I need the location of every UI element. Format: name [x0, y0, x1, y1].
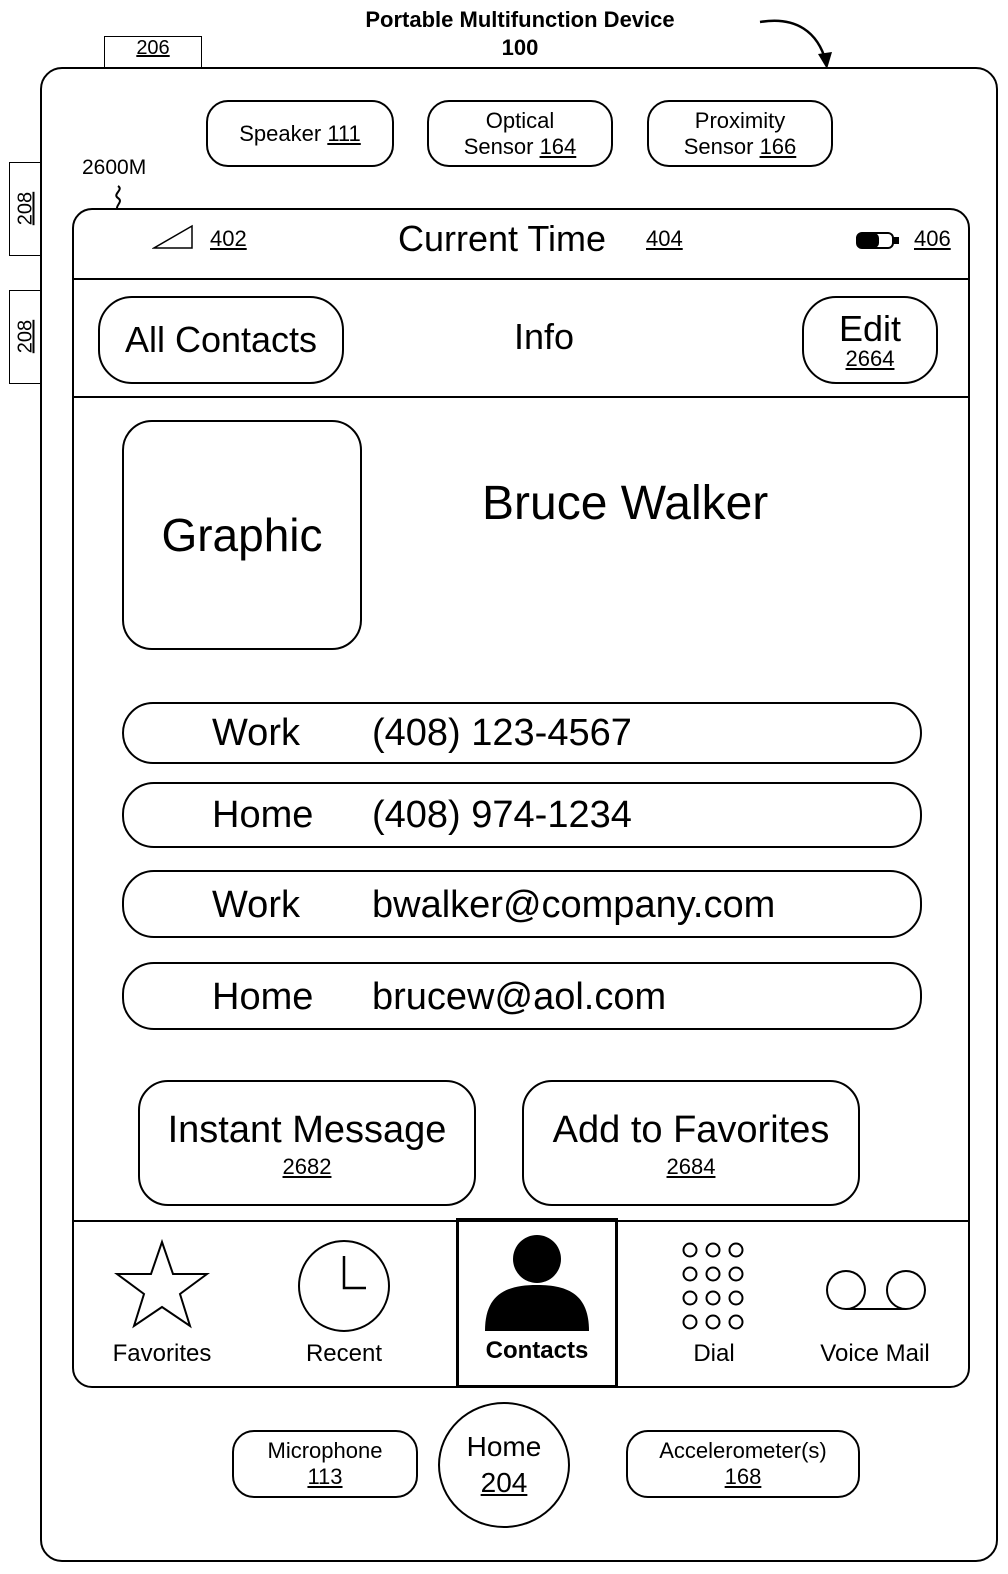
instant-message-button[interactable]: Instant Message 2682 — [138, 1080, 476, 1206]
device-title: Portable Multifunction Device 100 — [300, 6, 740, 62]
contact-field-home-phone[interactable]: Home (408) 974-1234 — [122, 782, 922, 848]
accelerometer-component: Accelerometer(s) 168 — [626, 1430, 860, 1498]
home-ref: 204 — [480, 1467, 528, 1498]
proximity-sensor-ref: 166 — [759, 133, 797, 159]
microphone-ref: 113 — [307, 1464, 343, 1489]
field-value: brucew@aol.com — [372, 976, 667, 1018]
page-title: Info — [513, 316, 575, 357]
microphone-component: Microphone 113 — [232, 1430, 418, 1498]
add-to-favorites-label: Add to Favorites — [552, 1109, 830, 1151]
nav-bar: All Contacts Info Edit 2664 — [74, 280, 968, 398]
optical-sensor-ref: 164 — [539, 133, 577, 159]
tab-label: Contacts — [485, 1337, 589, 1364]
contact-field-work-email[interactable]: Work bwalker@company.com — [122, 870, 922, 938]
tab-label: Recent — [305, 1340, 383, 1367]
field-label: Home — [212, 794, 314, 836]
status-bar: 402 Current Time 404 406 — [74, 210, 968, 280]
edit-label: Edit — [838, 308, 902, 349]
tab-bar: Favorites Recent Contacts Dial Voice Mai… — [74, 1218, 968, 1386]
battery-ref: 406 — [914, 226, 951, 251]
tab-label: Voice Mail — [820, 1340, 930, 1367]
field-label: Work — [212, 884, 300, 926]
instant-message-ref: 2682 — [282, 1154, 332, 1179]
microphone-label: Microphone — [267, 1438, 383, 1463]
device-title-text: Portable Multifunction Device — [365, 7, 675, 32]
accelerometer-label: Accelerometer(s) — [659, 1438, 827, 1463]
optical-sensor-line2: Sensor — [463, 133, 534, 159]
home-button[interactable]: Home 204 — [438, 1402, 570, 1528]
tab-recent[interactable]: Recent — [266, 1222, 422, 1386]
contact-field-work-phone[interactable]: Work (408) 123-4567 — [122, 702, 922, 764]
speaker-ref: 111 — [327, 120, 361, 146]
top-button-206[interactable]: 206 — [104, 36, 202, 69]
field-label: Home — [212, 976, 314, 1018]
proximity-sensor-component: Proximity Sensor 166 — [647, 100, 833, 167]
field-value: bwalker@company.com — [372, 884, 776, 926]
field-value: (408) 123-4567 — [372, 712, 632, 754]
all-contacts-button[interactable]: All Contacts — [98, 296, 344, 384]
clock-icon — [298, 1240, 390, 1332]
tab-contacts[interactable]: Contacts — [456, 1218, 618, 1386]
screen-ref-leader — [115, 185, 121, 210]
reference-arrow — [759, 19, 832, 69]
battery-icon — [856, 232, 899, 249]
signal-icon — [152, 224, 193, 249]
proximity-sensor-line2: Sensor — [683, 133, 754, 159]
edit-ref: 2664 — [845, 346, 895, 371]
edit-button[interactable]: Edit 2664 — [802, 296, 938, 384]
optical-sensor-component: Optical Sensor 164 — [427, 100, 613, 167]
speaker-label: Speaker — [239, 120, 322, 146]
field-label: Work — [212, 712, 300, 754]
person-icon — [485, 1235, 589, 1331]
tab-label: Favorites — [112, 1340, 212, 1367]
add-to-favorites-button[interactable]: Add to Favorites 2684 — [522, 1080, 860, 1206]
contact-graphic[interactable]: Graphic — [122, 420, 362, 650]
speaker-component: Speaker 111 — [206, 100, 394, 167]
add-to-favorites-ref: 2684 — [666, 1154, 716, 1179]
field-value: (408) 974-1234 — [372, 794, 632, 836]
contact-name: Bruce Walker — [482, 477, 769, 530]
volume-button-208-lower[interactable]: 208 — [9, 290, 42, 384]
keypad-icon — [682, 1242, 744, 1330]
contact-graphic-label: Graphic — [161, 509, 323, 561]
top-button-ref: 206 — [136, 37, 170, 59]
volume-button-208-upper[interactable]: 208 — [9, 162, 42, 256]
signal-ref: 402 — [210, 226, 247, 251]
volume-button-ref-lower: 208 — [14, 319, 37, 354]
voicemail-icon — [826, 1270, 926, 1310]
home-label: Home — [466, 1431, 542, 1462]
tab-label: Dial — [693, 1340, 735, 1367]
all-contacts-label: All Contacts — [124, 319, 318, 360]
tab-favorites[interactable]: Favorites — [84, 1222, 240, 1386]
current-time: Current Time — [398, 218, 607, 259]
screen-ref-label: 2600M — [82, 156, 147, 179]
instant-message-label: Instant Message — [167, 1109, 447, 1151]
tab-voice-mail[interactable]: Voice Mail — [800, 1222, 950, 1386]
optical-sensor-line1: Optical — [485, 107, 555, 133]
tab-dial[interactable]: Dial — [636, 1222, 792, 1386]
star-icon — [114, 1238, 210, 1329]
volume-button-ref-upper: 208 — [14, 191, 37, 226]
proximity-sensor-line1: Proximity — [694, 107, 786, 133]
device-number: 100 — [501, 35, 539, 60]
current-time-ref: 404 — [646, 226, 683, 251]
accelerometer-ref: 168 — [724, 1464, 762, 1489]
touch-screen: 402 Current Time 404 406 All Contacts In… — [72, 208, 970, 1388]
contact-field-home-email[interactable]: Home brucew@aol.com — [122, 962, 922, 1030]
